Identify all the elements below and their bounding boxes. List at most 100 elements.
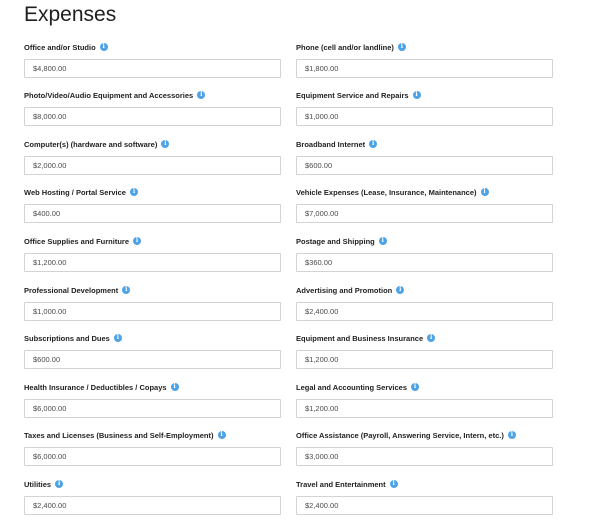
field-label-row: Professional Development i bbox=[24, 283, 282, 297]
info-icon[interactable]: i bbox=[397, 43, 406, 51]
field-computers: Computer(s) (hardware and software) i bbox=[24, 137, 282, 175]
field-vehicle-expenses: Vehicle Expenses (Lease, Insurance, Main… bbox=[296, 185, 554, 223]
field-label: Office Assistance (Payroll, Answering Se… bbox=[296, 430, 504, 440]
postage-shipping-input[interactable] bbox=[296, 253, 553, 272]
field-label: Taxes and Licenses (Business and Self-Em… bbox=[24, 430, 214, 440]
field-label-row: Health Insurance / Deductibles / Copays … bbox=[24, 380, 282, 394]
field-label-row: Equipment and Business Insurance i bbox=[296, 331, 554, 345]
equipment-service-input[interactable] bbox=[296, 107, 553, 126]
field-office-studio: Office and/or Studio i bbox=[24, 40, 282, 78]
field-label: Broadband Internet bbox=[296, 139, 366, 149]
info-icon[interactable]: i bbox=[427, 334, 436, 342]
info-icon[interactable]: i bbox=[197, 91, 206, 99]
field-label: Photo/Video/Audio Equipment and Accessor… bbox=[24, 90, 194, 100]
field-label: Equipment Service and Repairs bbox=[296, 90, 409, 100]
field-label-row: Travel and Entertainment i bbox=[296, 477, 554, 491]
field-label-row: Computer(s) (hardware and software) i bbox=[24, 137, 282, 151]
taxes-licenses-input[interactable] bbox=[24, 447, 281, 466]
field-label: Office and/or Studio bbox=[24, 42, 96, 52]
field-office-assistance: Office Assistance (Payroll, Answering Se… bbox=[296, 428, 554, 466]
info-icon[interactable]: i bbox=[133, 237, 142, 245]
field-label-row: Advertising and Promotion i bbox=[296, 283, 554, 297]
field-label: Subscriptions and Dues bbox=[24, 333, 110, 343]
field-label-row: Photo/Video/Audio Equipment and Accessor… bbox=[24, 88, 282, 102]
field-label-row: Utilities i bbox=[24, 477, 282, 491]
travel-entertainment-input[interactable] bbox=[296, 496, 553, 515]
field-legal-accounting: Legal and Accounting Services i bbox=[296, 380, 554, 418]
field-travel-entertainment: Travel and Entertainment i bbox=[296, 477, 554, 515]
field-phone: Phone (cell and/or landline) i bbox=[296, 40, 554, 78]
info-icon[interactable]: i bbox=[396, 286, 405, 294]
field-label-row: Postage and Shipping i bbox=[296, 234, 554, 248]
info-icon[interactable]: i bbox=[99, 43, 108, 51]
broadband-input[interactable] bbox=[296, 156, 553, 175]
info-icon[interactable]: i bbox=[507, 431, 516, 439]
office-assistance-input[interactable] bbox=[296, 447, 553, 466]
field-label: Advertising and Promotion bbox=[296, 285, 393, 295]
field-professional-development: Professional Development i bbox=[24, 283, 282, 321]
info-icon[interactable]: i bbox=[411, 383, 420, 391]
office-studio-input[interactable] bbox=[24, 59, 281, 78]
field-label: Phone (cell and/or landline) bbox=[296, 42, 394, 52]
field-label-row: Equipment Service and Repairs i bbox=[296, 88, 554, 102]
field-label: Equipment and Business Insurance bbox=[296, 333, 424, 343]
info-icon[interactable]: i bbox=[55, 480, 64, 488]
advertising-input[interactable] bbox=[296, 302, 553, 321]
field-label: Postage and Shipping bbox=[296, 236, 375, 246]
field-label-row: Vehicle Expenses (Lease, Insurance, Main… bbox=[296, 185, 554, 199]
field-label-row: Office and/or Studio i bbox=[24, 40, 282, 54]
field-label: Utilities bbox=[24, 479, 52, 489]
info-icon[interactable]: i bbox=[170, 383, 179, 391]
field-subscriptions: Subscriptions and Dues i bbox=[24, 331, 282, 369]
phone-input[interactable] bbox=[296, 59, 553, 78]
field-label: Legal and Accounting Services bbox=[296, 382, 408, 392]
utilities-input[interactable] bbox=[24, 496, 281, 515]
info-icon[interactable]: i bbox=[113, 334, 122, 342]
info-icon[interactable]: i bbox=[161, 140, 170, 148]
field-label-row: Legal and Accounting Services i bbox=[296, 380, 554, 394]
info-icon[interactable]: i bbox=[129, 188, 138, 196]
office-supplies-input[interactable] bbox=[24, 253, 281, 272]
field-label: Computer(s) (hardware and software) bbox=[24, 139, 158, 149]
info-icon[interactable]: i bbox=[389, 480, 398, 488]
info-icon[interactable]: i bbox=[378, 237, 387, 245]
business-insurance-input[interactable] bbox=[296, 350, 553, 369]
computers-input[interactable] bbox=[24, 156, 281, 175]
field-office-supplies: Office Supplies and Furniture i bbox=[24, 234, 282, 272]
field-postage-shipping: Postage and Shipping i bbox=[296, 234, 554, 272]
info-icon[interactable]: i bbox=[412, 91, 421, 99]
field-label: Office Supplies and Furniture bbox=[24, 236, 130, 246]
field-label: Health Insurance / Deductibles / Copays bbox=[24, 382, 167, 392]
field-equipment-service: Equipment Service and Repairs i bbox=[296, 88, 554, 126]
info-icon[interactable]: i bbox=[480, 188, 489, 196]
field-advertising: Advertising and Promotion i bbox=[296, 283, 554, 321]
info-icon[interactable]: i bbox=[122, 286, 131, 294]
field-label: Professional Development bbox=[24, 285, 119, 295]
field-business-insurance: Equipment and Business Insurance i bbox=[296, 331, 554, 369]
info-icon[interactable]: i bbox=[217, 431, 226, 439]
field-label-row: Subscriptions and Dues i bbox=[24, 331, 282, 345]
info-icon[interactable]: i bbox=[369, 140, 378, 148]
field-web-hosting: Web Hosting / Portal Service i bbox=[24, 185, 282, 223]
subscriptions-input[interactable] bbox=[24, 350, 281, 369]
field-label-row: Office Assistance (Payroll, Answering Se… bbox=[296, 428, 554, 442]
vehicle-expenses-input[interactable] bbox=[296, 204, 553, 223]
legal-accounting-input[interactable] bbox=[296, 399, 553, 418]
field-label: Vehicle Expenses (Lease, Insurance, Main… bbox=[296, 187, 477, 197]
field-label-row: Phone (cell and/or landline) i bbox=[296, 40, 554, 54]
field-photo-video-audio: Photo/Video/Audio Equipment and Accessor… bbox=[24, 88, 282, 126]
field-label: Web Hosting / Portal Service bbox=[24, 187, 126, 197]
web-hosting-input[interactable] bbox=[24, 204, 281, 223]
field-broadband: Broadband Internet i bbox=[296, 137, 554, 175]
photo-video-audio-input[interactable] bbox=[24, 107, 281, 126]
health-insurance-input[interactable] bbox=[24, 399, 281, 418]
professional-development-input[interactable] bbox=[24, 302, 281, 321]
field-utilities: Utilities i bbox=[24, 477, 282, 515]
field-label-row: Broadband Internet i bbox=[296, 137, 554, 151]
field-health-insurance: Health Insurance / Deductibles / Copays … bbox=[24, 380, 282, 418]
field-label-row: Web Hosting / Portal Service i bbox=[24, 185, 282, 199]
field-label-row: Taxes and Licenses (Business and Self-Em… bbox=[24, 428, 282, 442]
page-title: Expenses bbox=[24, 3, 117, 26]
field-taxes-licenses: Taxes and Licenses (Business and Self-Em… bbox=[24, 428, 282, 466]
field-label-row: Office Supplies and Furniture i bbox=[24, 234, 282, 248]
